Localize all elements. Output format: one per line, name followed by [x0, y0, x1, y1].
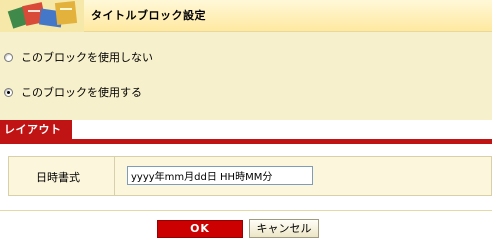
option-do-not-use[interactable]: このブロックを使用しない [4, 49, 153, 65]
field-label-cell: 日時書式 [9, 157, 115, 195]
footer-divider [0, 210, 492, 211]
option-label-use: このブロックを使用する [21, 86, 142, 99]
dialog-header: タイトルブロック設定 [0, 0, 492, 32]
datetime-format-input[interactable] [127, 166, 313, 185]
radio-use[interactable] [4, 87, 13, 97]
ok-button[interactable]: OK [157, 220, 243, 238]
tab-bar: レイアウト [0, 120, 492, 144]
layout-panel: 日時書式 [0, 144, 492, 210]
datetime-format-row: 日時書式 [8, 156, 492, 196]
books-icon [0, 0, 84, 32]
cancel-button[interactable]: キャンセル [249, 219, 319, 238]
radio-do-not-use[interactable] [4, 52, 13, 62]
page-title: タイトルブロック設定 [91, 9, 206, 22]
option-label-do-not-use: このブロックを使用しない [21, 51, 153, 64]
datetime-format-label: 日時書式 [36, 171, 80, 184]
tab-layout[interactable]: レイアウト [0, 120, 72, 140]
option-use[interactable]: このブロックを使用する [4, 84, 142, 100]
usage-options: このブロックを使用しない このブロックを使用する [0, 32, 492, 120]
